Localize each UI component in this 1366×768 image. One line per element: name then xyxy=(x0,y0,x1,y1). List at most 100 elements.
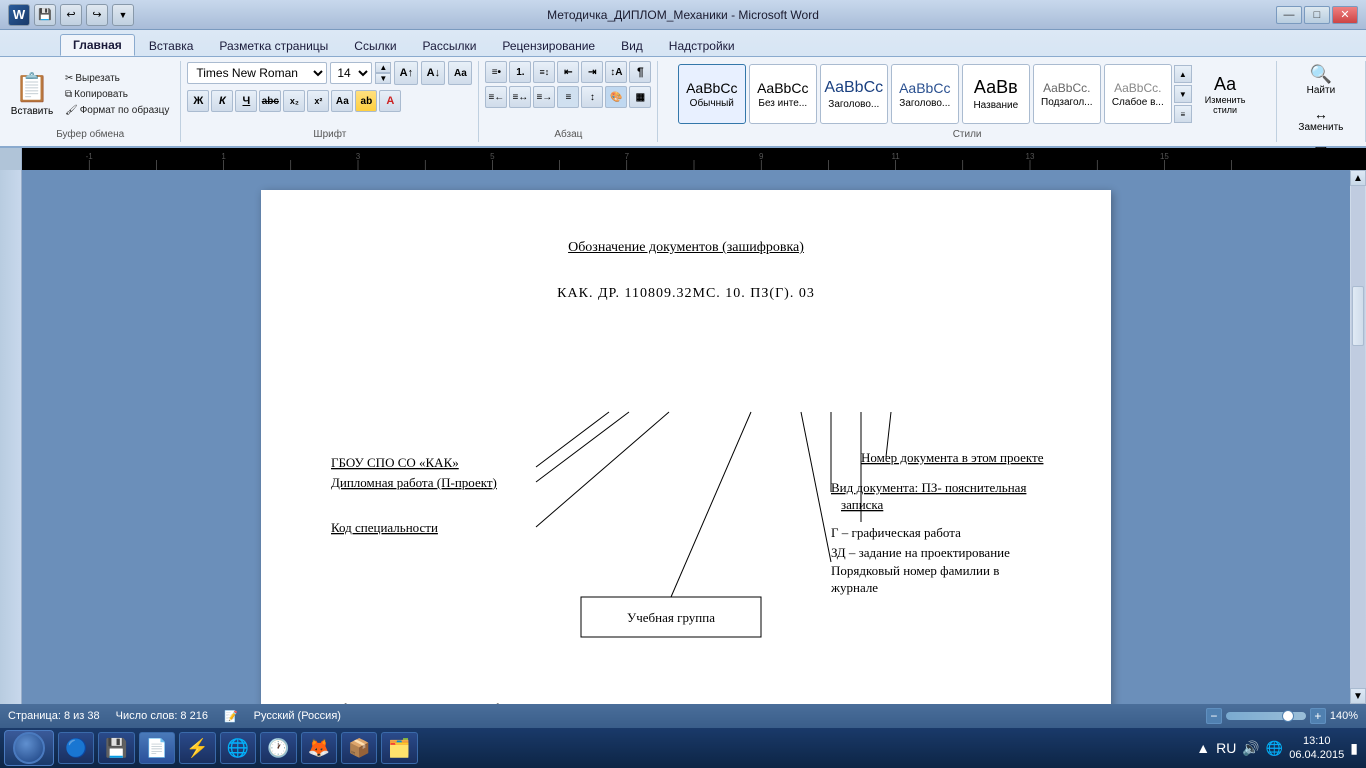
clipboard-small-btns: ✂ Вырезать ⧉ Копировать 🖌 Формат по обра… xyxy=(60,71,174,118)
paste-btn[interactable]: 📋 Вставить xyxy=(6,63,58,125)
tab-review[interactable]: Рецензирование xyxy=(490,36,607,56)
undo-btn[interactable]: ↩ xyxy=(60,4,82,26)
zoom-out-btn[interactable]: − xyxy=(1206,708,1222,724)
decrease-indent-btn[interactable]: ⇤ xyxy=(557,61,579,83)
close-btn[interactable]: ✕ xyxy=(1332,6,1358,24)
spell-check-icon[interactable]: 📝 xyxy=(224,710,238,723)
tab-layout[interactable]: Разметка страницы xyxy=(207,36,340,56)
customize-btn[interactable]: ▼ xyxy=(112,4,134,26)
sort-btn[interactable]: ↕A xyxy=(605,61,627,83)
font-size-down-btn[interactable]: ▼ xyxy=(375,73,391,84)
strikethrough-btn[interactable]: abc xyxy=(259,90,281,112)
italic-btn[interactable]: К xyxy=(211,90,233,112)
underline-btn[interactable]: Ч xyxy=(235,90,257,112)
bullets-btn[interactable]: ≡• xyxy=(485,61,507,83)
format-painter-btn[interactable]: 🖌 Формат по образцу xyxy=(60,103,174,118)
zoom-level[interactable]: 140% xyxy=(1330,710,1358,722)
grow-font-btn[interactable]: A↑ xyxy=(394,61,418,85)
tab-mailings[interactable]: Рассылки xyxy=(411,36,489,56)
zoom-thumb[interactable] xyxy=(1282,710,1294,722)
zoom-in-btn[interactable]: + xyxy=(1310,708,1326,724)
font-name-select[interactable]: Times New Roman xyxy=(187,62,327,84)
body-text: Графическая часть проекта оформляется ка… xyxy=(321,702,1051,704)
font-size-up-btn[interactable]: ▲ xyxy=(375,62,391,73)
time-display[interactable]: 13:10 06.04.2015 xyxy=(1289,734,1344,763)
styles-more-btn[interactable]: ≡ xyxy=(1174,105,1192,123)
taskbar-word-btn[interactable]: 📄 xyxy=(139,732,175,764)
multilevel-btn[interactable]: ≡↕ xyxy=(533,61,555,83)
increase-indent-btn[interactable]: ⇥ xyxy=(581,61,603,83)
tab-home[interactable]: Главная xyxy=(60,34,135,56)
tab-addins[interactable]: Надстройки xyxy=(657,36,747,56)
taskbar-chrome-btn[interactable]: 🔵 xyxy=(58,732,94,764)
right-scrollbar[interactable]: ▲ ▼ xyxy=(1350,170,1366,704)
shrink-font-btn[interactable]: A↓ xyxy=(421,61,445,85)
tray-network[interactable]: 🌐 xyxy=(1266,740,1283,757)
taskbar-save-btn[interactable]: 💾 xyxy=(98,732,134,764)
line-spacing-btn[interactable]: ↕ xyxy=(581,86,603,108)
font-size-select[interactable]: 14 xyxy=(330,62,372,84)
line1 xyxy=(536,412,609,467)
taskbar-winrar-btn[interactable]: ⚡ xyxy=(179,732,215,764)
line2 xyxy=(536,412,629,482)
styles-up-btn[interactable]: ▲ xyxy=(1174,65,1192,83)
save-quick-btn[interactable]: 💾 xyxy=(34,4,56,26)
redo-btn[interactable]: ↪ xyxy=(86,4,108,26)
style-normal[interactable]: AaBbCc Обычный xyxy=(678,64,746,124)
show-marks-btn[interactable]: ¶ xyxy=(629,61,651,83)
paragraph-section: ≡• 1. ≡↕ ⇤ ⇥ ↕A ¶ ≡← ≡↔ ≡→ ≡ ↕ 🎨 ▦ xyxy=(479,61,658,142)
find-btn[interactable]: 🔍 Найти xyxy=(1300,61,1343,99)
taskbar: 🔵 💾 📄 ⚡ 🌐 🕐 🦊 📦 🗂️ ▲ RU 🔊 🌐 13:10 06.04.… xyxy=(0,728,1366,768)
numbering-btn[interactable]: 1. xyxy=(509,61,531,83)
scroll-thumb[interactable] xyxy=(1352,286,1364,346)
tab-references[interactable]: Ссылки xyxy=(342,36,408,56)
zoom-slider[interactable] xyxy=(1226,712,1306,720)
align-right-btn[interactable]: ≡→ xyxy=(533,86,555,108)
styles-down-btn[interactable]: ▼ xyxy=(1174,85,1192,103)
line8 xyxy=(671,412,751,597)
tray-volume[interactable]: 🔊 xyxy=(1242,740,1259,757)
scroll-up-btn[interactable]: ▲ xyxy=(1350,170,1366,186)
style-subtle-em[interactable]: AaBbCc. Слабое в... xyxy=(1104,64,1172,124)
superscript-btn[interactable]: x² xyxy=(307,90,329,112)
style-no-spacing[interactable]: AaBbCc Без инте... xyxy=(749,64,817,124)
taskbar-clock-btn[interactable]: 🕐 xyxy=(260,732,296,764)
taskbar-firefox-btn[interactable]: 🦊 xyxy=(301,732,337,764)
scroll-down-btn[interactable]: ▼ xyxy=(1350,688,1366,704)
borders-btn[interactable]: ▦ xyxy=(629,86,651,108)
scroll-track[interactable] xyxy=(1351,186,1365,688)
text-effects-btn[interactable]: Аа xyxy=(331,90,353,112)
language[interactable]: Русский (Россия) xyxy=(254,710,341,722)
bold-btn[interactable]: Ж xyxy=(187,90,209,112)
cut-btn[interactable]: ✂ Вырезать xyxy=(60,71,174,86)
styles-list: AaBbCc Обычный AaBbCc Без инте... AaBbCc… xyxy=(678,64,1172,124)
tab-view[interactable]: Вид xyxy=(609,36,655,56)
style-title[interactable]: АаВв Название xyxy=(962,64,1030,124)
align-center-btn[interactable]: ≡↔ xyxy=(509,86,531,108)
copy-btn[interactable]: ⧉ Копировать xyxy=(60,87,174,102)
taskbar-package-btn[interactable]: 📦 xyxy=(341,732,377,764)
clear-format-btn[interactable]: Aa xyxy=(448,61,472,85)
highlight-btn[interactable]: ab xyxy=(355,90,377,112)
align-left-btn[interactable]: ≡← xyxy=(485,86,507,108)
style-subtitle[interactable]: AaBbCc. Подзагол... xyxy=(1033,64,1101,124)
justify-btn[interactable]: ≡ xyxy=(557,86,579,108)
style-heading2[interactable]: AaBbCc Заголово... xyxy=(891,64,959,124)
subscript-btn[interactable]: x₂ xyxy=(283,90,305,112)
page-title: Обозначение документов (зашифровка) xyxy=(321,240,1051,256)
start-button[interactable] xyxy=(4,730,54,766)
taskbar-files-btn[interactable]: 🗂️ xyxy=(381,732,417,764)
tab-insert[interactable]: Вставка xyxy=(137,36,206,56)
style-heading1[interactable]: AaBbCc Заголово... xyxy=(820,64,888,124)
minimize-btn[interactable]: — xyxy=(1276,6,1302,24)
change-styles-btn[interactable]: Аа Изменить стили xyxy=(1198,71,1253,118)
font-color-btn[interactable]: А xyxy=(379,90,401,112)
replace-btn[interactable]: ↔ Заменить xyxy=(1291,103,1350,136)
shading-btn[interactable]: 🎨 xyxy=(605,86,627,108)
taskbar-globe-btn[interactable]: 🌐 xyxy=(220,732,256,764)
tray-lang[interactable]: RU xyxy=(1216,740,1236,756)
tray-up-btn[interactable]: ▲ xyxy=(1196,740,1210,756)
maximize-btn[interactable]: □ xyxy=(1304,6,1330,24)
document-area[interactable]: Обозначение документов (зашифровка) КАК.… xyxy=(22,170,1350,704)
show-desktop-btn[interactable]: ▮ xyxy=(1350,740,1358,757)
